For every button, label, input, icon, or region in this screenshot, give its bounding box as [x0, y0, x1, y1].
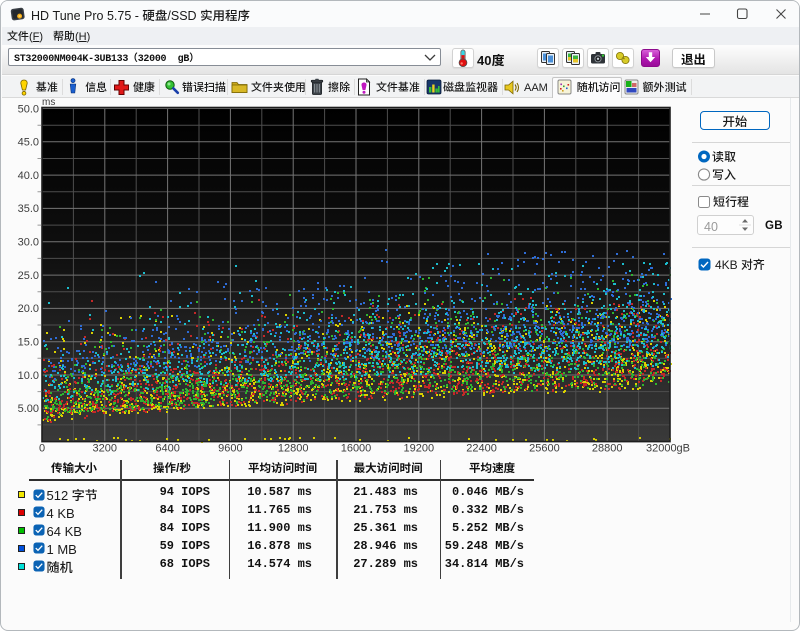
svg-text:50.0: 50.0 — [18, 103, 39, 115]
svg-text:19200: 19200 — [404, 443, 435, 455]
svg-text:10.0: 10.0 — [18, 370, 39, 382]
svg-text:15.0: 15.0 — [18, 337, 39, 349]
svg-text:16000: 16000 — [341, 443, 372, 455]
svg-text:28800: 28800 — [592, 443, 623, 455]
svg-text:30.0: 30.0 — [18, 237, 39, 249]
svg-text:5.00: 5.00 — [18, 403, 39, 415]
svg-text:0: 0 — [39, 443, 45, 455]
svg-text:3200: 3200 — [93, 443, 117, 455]
svg-text:20.0: 20.0 — [18, 303, 39, 315]
svg-text:32000gB: 32000gB — [646, 443, 690, 455]
svg-text:6400: 6400 — [155, 443, 179, 455]
svg-text:12800: 12800 — [278, 443, 309, 455]
svg-text:25600: 25600 — [529, 443, 560, 455]
svg-text:ms: ms — [42, 97, 55, 108]
svg-text:45.0: 45.0 — [18, 137, 39, 149]
svg-text:25.0: 25.0 — [18, 270, 39, 282]
svg-text:22400: 22400 — [466, 443, 497, 455]
svg-text:35.0: 35.0 — [18, 203, 39, 215]
svg-text:40.0: 40.0 — [18, 170, 39, 182]
svg-text:9600: 9600 — [218, 443, 242, 455]
